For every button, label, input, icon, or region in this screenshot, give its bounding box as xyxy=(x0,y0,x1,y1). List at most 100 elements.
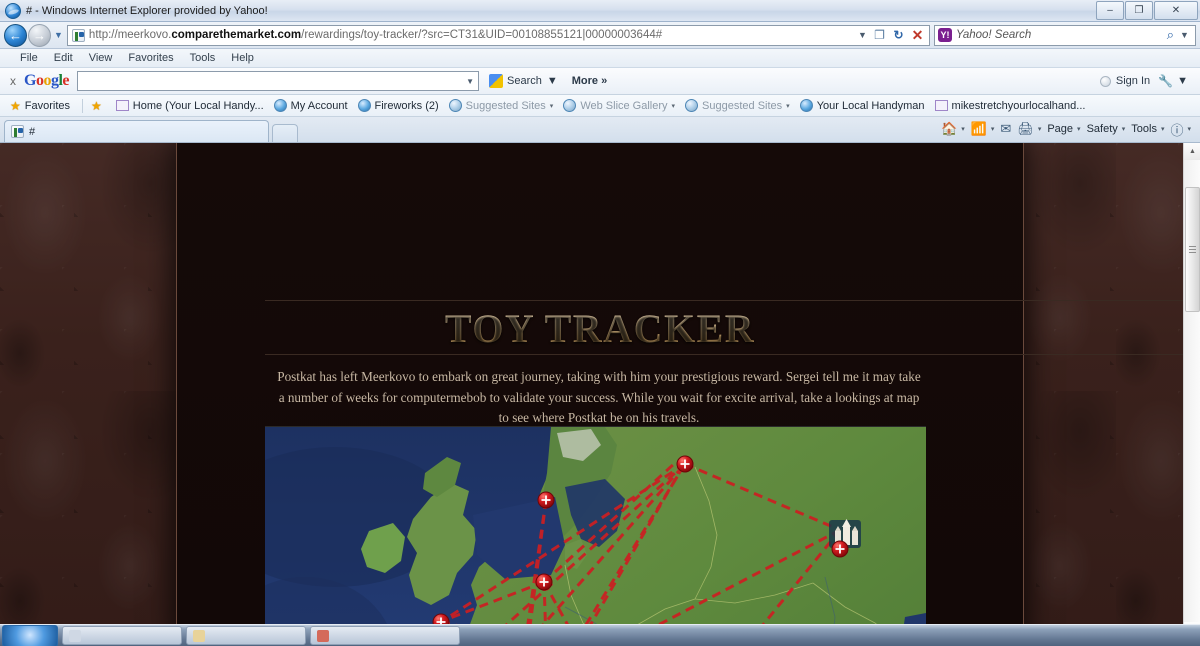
tools-menu-button[interactable]: Tools ▾ xyxy=(1128,123,1167,135)
menu-edit[interactable]: Edit xyxy=(46,49,81,68)
taskbar-button-1[interactable] xyxy=(62,626,182,645)
taskbar-icon xyxy=(317,629,329,642)
chevron-down-icon[interactable]: ▾ xyxy=(961,125,965,133)
magnifier-icon[interactable]: ⌕ xyxy=(1167,27,1174,43)
star-icon: ★ xyxy=(10,98,21,113)
navigation-bar: ← → ▼ http://meerkovo.comparethemarket.c… xyxy=(0,22,1200,49)
print-button[interactable]: 🖨 ▾ xyxy=(1014,121,1044,137)
refresh-icon[interactable]: ↻ xyxy=(889,26,908,45)
menu-tools[interactable]: Tools xyxy=(182,49,224,68)
chevron-down-icon[interactable]: ▾ xyxy=(1122,125,1126,133)
google-search-dropdown-icon[interactable]: ▼ xyxy=(547,75,558,87)
vertical-scrollbar[interactable]: ▲ ▼ xyxy=(1183,143,1200,639)
chevron-down-icon[interactable]: ▾ xyxy=(672,102,676,110)
menu-view[interactable]: View xyxy=(81,49,121,68)
forward-button[interactable]: → xyxy=(28,23,51,47)
help-menu-button[interactable]: ⓘ ▾ xyxy=(1167,120,1194,139)
add-to-favorites-button[interactable]: ★ xyxy=(91,99,106,113)
safety-menu-label: Safety xyxy=(1086,123,1118,135)
chevron-down-icon[interactable]: ▾ xyxy=(1077,125,1081,133)
chevron-down-icon[interactable]: ▾ xyxy=(991,125,995,133)
search-dropdown-icon[interactable]: ▼ xyxy=(1177,30,1192,40)
favorite-item-your-local-handyman[interactable]: Your Local Handyman xyxy=(799,99,925,112)
google-toolbar: x Google ▼ Search ▼ More » Sign In 🔧 ▼ xyxy=(0,68,1200,95)
favorite-label: Home (Your Local Handy... xyxy=(132,99,264,112)
mail-button[interactable]: ✉ xyxy=(997,121,1014,137)
ie-page-icon xyxy=(357,99,371,112)
history-dropdown-icon[interactable]: ▼ xyxy=(54,30,63,40)
google-input-dropdown-icon[interactable]: ▼ xyxy=(466,77,474,86)
menu-help[interactable]: Help xyxy=(223,49,262,68)
page-menu-button[interactable]: Page ▾ xyxy=(1044,123,1083,135)
taskbar-button-3[interactable] xyxy=(310,626,460,645)
search-input[interactable]: Yahoo! Search xyxy=(956,29,1167,41)
start-button[interactable] xyxy=(2,625,58,646)
close-toolbar-icon[interactable]: x xyxy=(10,74,16,88)
home-button[interactable]: 🏠 ▾ xyxy=(938,121,968,137)
google-search-button[interactable]: Search ▼ xyxy=(489,74,558,88)
scroll-up-button[interactable]: ▲ xyxy=(1184,143,1200,160)
favorites-bar: ★ Favorites ★ Home (Your Local Handy... … xyxy=(0,95,1200,117)
menu-favorites[interactable]: Favorites xyxy=(120,49,181,68)
favorite-item-my-account[interactable]: My Account xyxy=(273,99,348,112)
header-rule-top xyxy=(265,300,1200,301)
safety-menu-button[interactable]: Safety ▾ xyxy=(1084,123,1129,135)
favorite-item-fireworks[interactable]: Fireworks (2) xyxy=(357,99,439,112)
google-signin-area[interactable]: Sign In 🔧 ▼ xyxy=(1099,74,1194,88)
forward-arrow-icon: → xyxy=(33,27,46,43)
yahoo-icon: Y! xyxy=(938,28,952,42)
favorite-item-mikestretch[interactable]: mikestretchyourlocalhand... xyxy=(934,100,1085,112)
page-body-text: Postkat has left Meerkovo to embark on g… xyxy=(277,369,921,425)
favorite-label: Your Local Handyman xyxy=(816,99,925,112)
tools-menu-label: Tools xyxy=(1131,123,1157,135)
back-button[interactable]: ← xyxy=(4,23,27,47)
header-rule-bottom xyxy=(265,354,1200,355)
toy-tracker-map[interactable] xyxy=(265,426,926,639)
page-viewport: TOY TRACKER Postkat has left Meerkovo to… xyxy=(0,143,1200,639)
chevron-down-icon[interactable]: ▾ xyxy=(1161,125,1165,133)
restore-button[interactable]: ❐ xyxy=(1125,1,1153,20)
menu-file[interactable]: File xyxy=(12,49,46,68)
folder-icon xyxy=(934,100,948,111)
window-title-bar: # - Windows Internet Explorer provided b… xyxy=(0,0,1200,22)
google-settings-dropdown-icon[interactable]: ▼ xyxy=(1177,75,1188,87)
address-dropdown-icon[interactable]: ▼ xyxy=(855,30,870,40)
favorite-item-home[interactable]: Home (Your Local Handy... xyxy=(115,99,264,112)
google-signin-label[interactable]: Sign In xyxy=(1116,75,1150,87)
google-search-icon xyxy=(489,74,504,88)
command-bar: 🏠 ▾ 📶 ▾ ✉ 🖨 ▾ Page ▾ Safety ▾ Tools ▾ ⓘ … xyxy=(938,116,1200,142)
taskbar-button-2[interactable] xyxy=(186,626,306,645)
favorites-button[interactable]: ★ Favorites xyxy=(10,99,70,113)
chevron-down-icon[interactable]: ▾ xyxy=(786,102,790,110)
close-button[interactable]: ✕ xyxy=(1154,1,1198,20)
search-box[interactable]: Y! Yahoo! Search ⌕ ▼ xyxy=(934,24,1196,46)
favorite-label: Web Slice Gallery xyxy=(580,99,668,112)
google-search-input[interactable]: ▼ xyxy=(77,71,480,91)
folder-icon xyxy=(115,100,129,111)
wrench-icon[interactable]: 🔧 xyxy=(1158,74,1173,88)
favorite-item-web-slice-gallery[interactable]: Web Slice Gallery ▾ xyxy=(563,99,675,112)
compatibility-view-icon[interactable]: ❐ xyxy=(870,26,889,45)
ie-page-icon xyxy=(448,99,462,112)
new-tab-button[interactable] xyxy=(272,124,298,142)
chevron-down-icon[interactable]: ▾ xyxy=(1038,125,1042,133)
back-arrow-icon: ← xyxy=(9,27,22,43)
address-bar[interactable]: http://meerkovo.comparethemarket.com/rew… xyxy=(66,24,930,46)
minimize-button[interactable]: – xyxy=(1096,1,1124,20)
window-controls: – ❐ ✕ xyxy=(1096,1,1198,20)
favorite-item-suggested-sites-2[interactable]: Suggested Sites ▾ xyxy=(685,99,790,112)
chevron-down-icon[interactable]: ▾ xyxy=(550,102,554,110)
stop-icon[interactable]: ✕ xyxy=(908,26,927,45)
google-more-button[interactable]: More » xyxy=(572,75,607,87)
address-bar-url: http://meerkovo.comparethemarket.com/rew… xyxy=(88,29,663,41)
scrollbar-thumb[interactable] xyxy=(1185,187,1200,312)
tab-active[interactable]: # xyxy=(4,120,269,142)
help-icon: ⓘ xyxy=(1170,122,1184,138)
chevron-down-icon[interactable]: ▾ xyxy=(1187,125,1191,133)
tab-label: # xyxy=(29,125,36,138)
ie-page-icon xyxy=(799,99,813,112)
feeds-button[interactable]: 📶 ▾ xyxy=(968,121,998,137)
internet-explorer-icon xyxy=(5,2,21,19)
page-menu-label: Page xyxy=(1047,123,1074,135)
favorite-item-suggested-sites-1[interactable]: Suggested Sites ▾ xyxy=(448,99,554,112)
